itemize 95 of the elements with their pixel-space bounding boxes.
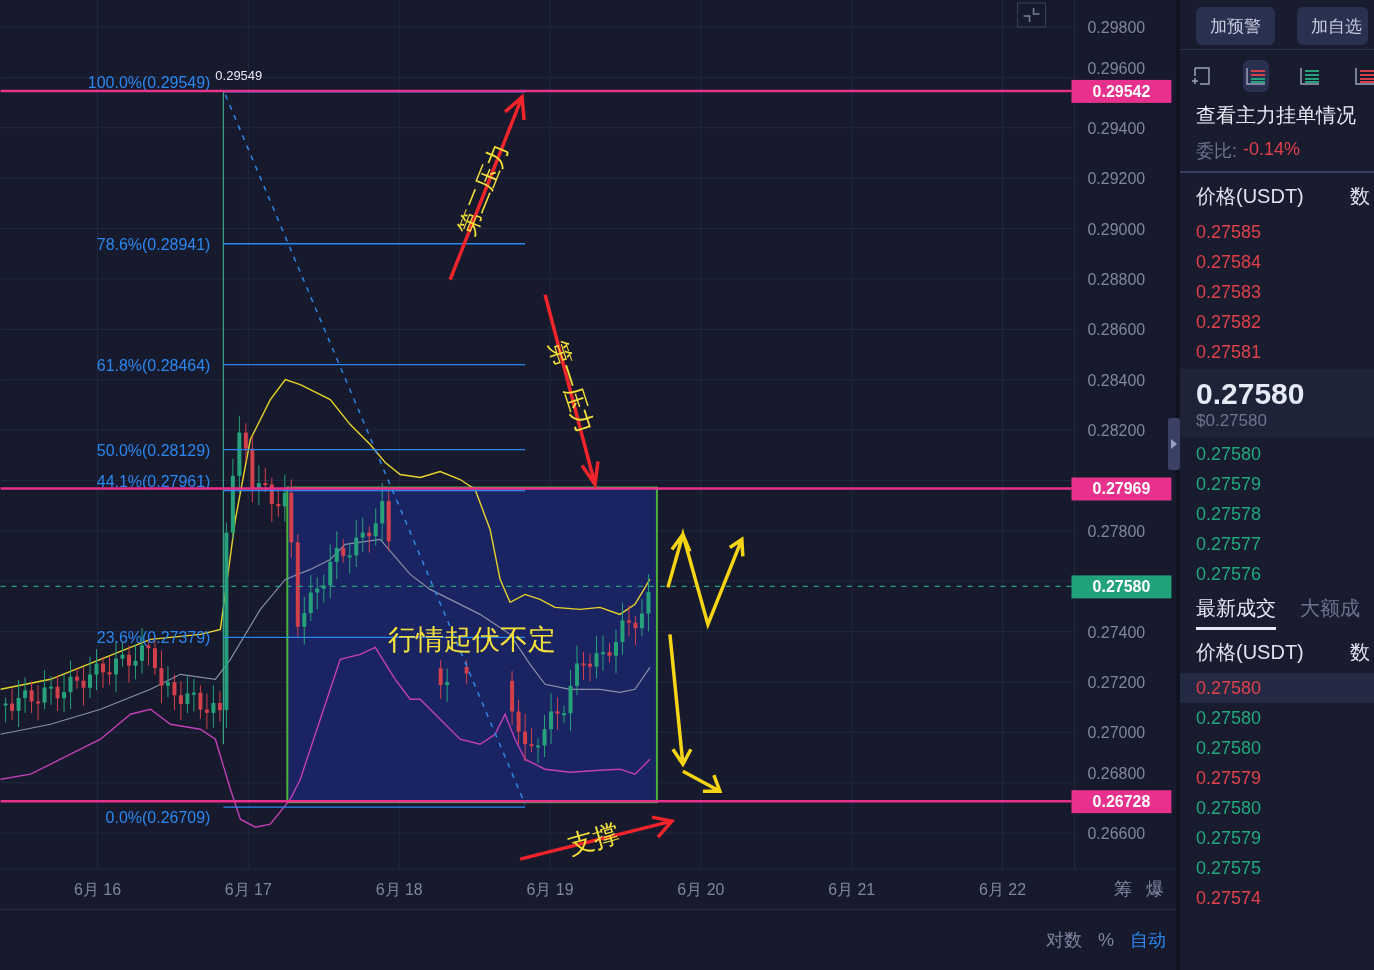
bid-price: 0.27580 (1195, 443, 1263, 466)
last-price: 0.27580 (1196, 377, 1306, 411)
trade-price: 0.27579 (1195, 827, 1263, 850)
date-axis-label: 6月 18 (375, 881, 423, 899)
trades-tab[interactable]: 最新成交 (1196, 595, 1276, 630)
date-axis-label: 6月 22 (979, 881, 1027, 899)
ratio-value: -0.14% (1243, 139, 1301, 161)
price-axis-label: 0.27200 (1087, 674, 1146, 691)
date-axis-label: 6月 19 (526, 881, 574, 899)
last-price-usd: $0.27580 (1196, 411, 1268, 431)
ask-price: 0.27581 (1195, 341, 1263, 364)
bid-price: 0.27576 (1195, 563, 1263, 586)
ratio-label: 委比: (1196, 140, 1237, 163)
scale-option[interactable]: 对数 (1046, 928, 1082, 953)
panel-title: 查看主力挂单情况 (1195, 103, 1357, 128)
candle (101, 656, 105, 689)
scale-option[interactable]: % (1098, 929, 1114, 951)
trade-price: 0.27580 (1195, 707, 1263, 730)
candle (3, 697, 8, 723)
action-button[interactable]: 加预警 (1196, 7, 1275, 45)
scale-option[interactable]: 自动 (1130, 928, 1166, 953)
price-tag: 0.27969 (1071, 477, 1172, 501)
candle (646, 573, 651, 632)
candle (81, 666, 86, 707)
price-axis-label: 0.27800 (1087, 522, 1146, 540)
date-axis-label: 6月 21 (828, 881, 876, 899)
fib-level-label: 100.0%(0.29549) (87, 73, 211, 91)
fib-level-label: 44.1%(0.27961) (96, 473, 211, 491)
price-axis-label: 0.28200 (1087, 422, 1146, 440)
trade-price: 0.27579 (1195, 767, 1263, 790)
candle (88, 656, 92, 699)
date-axis-label: 6月 16 (73, 881, 122, 899)
candle (464, 659, 469, 685)
axis-toggle[interactable]: 爆 (1146, 879, 1165, 900)
candle (568, 669, 573, 732)
price-axis-label: 0.28400 (1087, 371, 1146, 389)
bid-price: 0.27579 (1195, 473, 1263, 496)
candle (575, 645, 579, 696)
fib-level-label: 61.8%(0.28464) (96, 356, 211, 374)
price-tag: 0.29542 (1071, 79, 1172, 103)
price-axis-label: 0.29000 (1087, 220, 1146, 238)
restore-icon[interactable] (1017, 2, 1047, 28)
bid-price: 0.27577 (1195, 533, 1263, 556)
trades-tab[interactable]: 大额成 (1300, 595, 1360, 627)
price-axis-label: 0.26600 (1087, 825, 1146, 843)
candle (127, 644, 131, 684)
bid-price: 0.27578 (1195, 503, 1263, 526)
price-axis-label: 0.27000 (1087, 724, 1146, 742)
candle (594, 635, 599, 679)
price-tag: 0.26728 (1071, 790, 1172, 814)
trade-price: 0.27580 (1195, 797, 1263, 820)
ask-price: 0.27582 (1195, 311, 1263, 334)
price-axis-label: 0.29600 (1087, 60, 1146, 78)
date-axis-label: 6月 17 (224, 881, 272, 899)
price-axis-label: 0.29200 (1087, 170, 1146, 188)
candle (445, 668, 450, 703)
price-axis-label: 0.29400 (1087, 119, 1146, 137)
candle (588, 653, 592, 682)
trade-price: 0.27575 (1195, 857, 1263, 880)
column-header: 数 (1349, 184, 1370, 209)
price-axis-label: 0.28800 (1087, 270, 1146, 288)
candle (107, 656, 112, 686)
column-header: 价格(USDT) (1196, 640, 1304, 665)
price-axis-label: 0.26800 (1087, 764, 1146, 782)
panel-toggle[interactable] (1168, 418, 1180, 470)
date-axis-label: 6月 20 (677, 881, 725, 899)
price-tag: 0.27580 (1071, 575, 1172, 599)
fib-top-price: 0.29549 (215, 67, 263, 83)
candle (562, 705, 566, 724)
axis-toggle[interactable]: 筹 (1114, 879, 1133, 900)
price-axis-label: 0.29800 (1087, 18, 1146, 36)
trade-price: 0.27580 (1180, 673, 1374, 703)
ask-price: 0.27584 (1195, 251, 1263, 274)
caret-icon[interactable] (1170, 439, 1178, 449)
column-header: 数 (1349, 640, 1370, 665)
price-axis-label: 0.28600 (1087, 321, 1146, 339)
trade-price: 0.27574 (1195, 887, 1263, 910)
ask-price: 0.27583 (1195, 281, 1263, 304)
annotation-text: 第一压力 (544, 337, 600, 437)
trade-price: 0.27580 (1195, 737, 1263, 760)
order-book-icon[interactable] (1242, 60, 1269, 92)
ask-price: 0.27585 (1195, 221, 1263, 244)
annotation-text: 支撑 (564, 817, 623, 861)
candle (601, 634, 605, 672)
column-header: 价格(USDT) (1196, 184, 1304, 209)
action-button[interactable]: 加自选 (1297, 7, 1368, 45)
annotation-text: 第二压力 (452, 139, 514, 239)
candle (581, 651, 586, 681)
candle (75, 668, 79, 690)
price-axis-label: 0.27400 (1087, 623, 1146, 641)
fib-level-label: 78.6%(0.28941) (96, 235, 211, 253)
fib-level-label: 0.0%(0.26709) (105, 809, 211, 827)
fib-level-label: 50.0%(0.28129) (96, 441, 211, 459)
candle (94, 648, 99, 691)
candle (438, 659, 443, 700)
